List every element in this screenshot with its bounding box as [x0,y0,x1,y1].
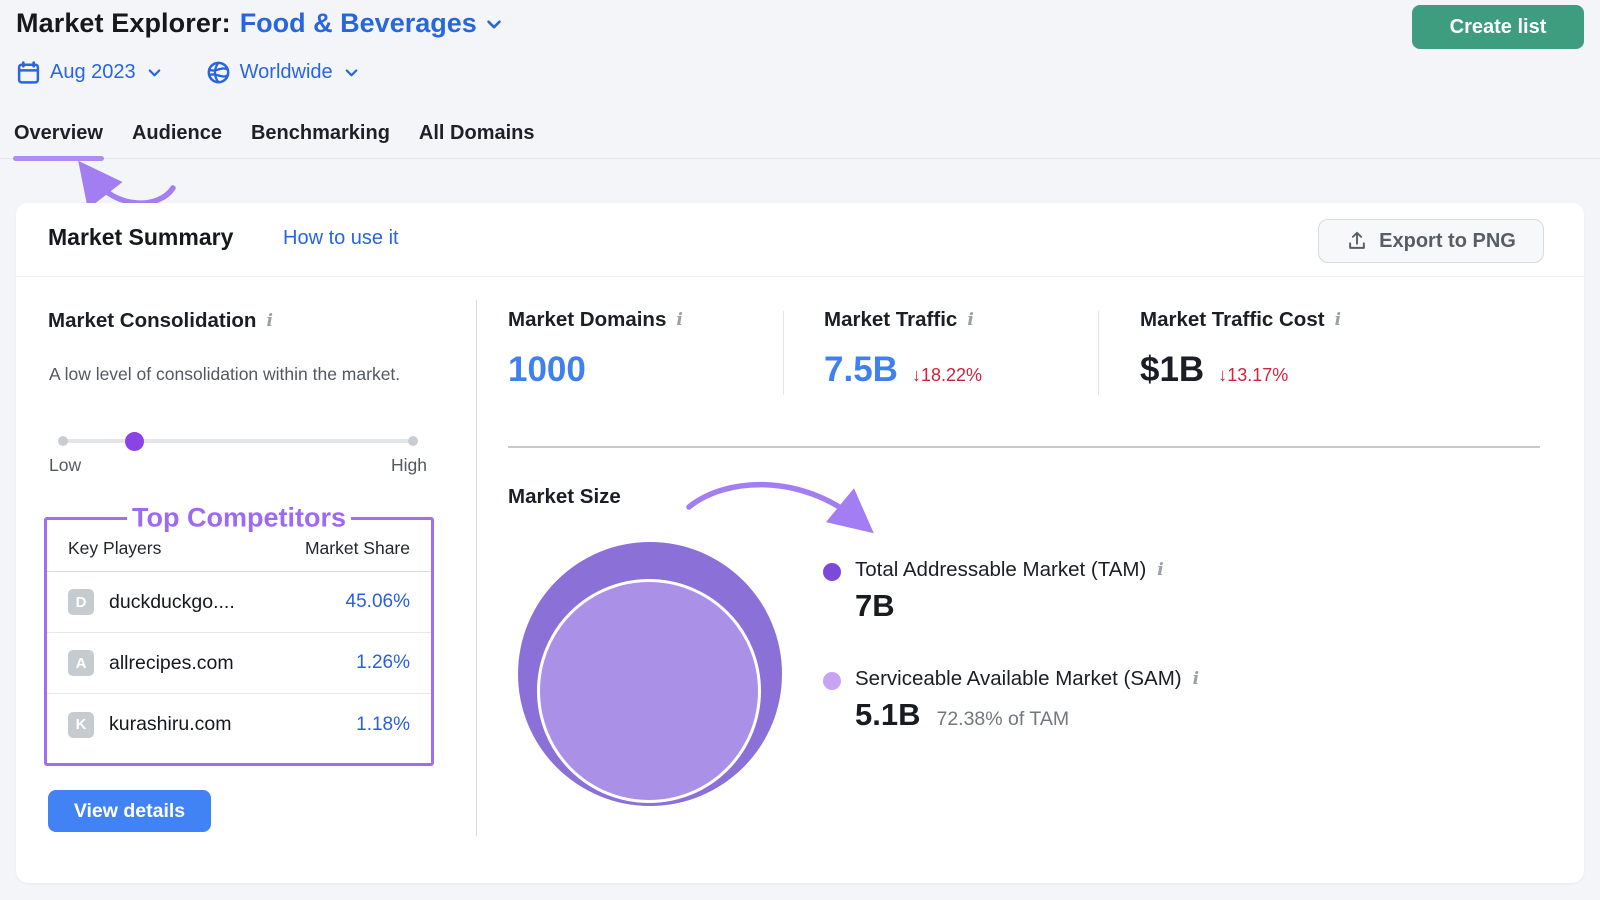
tab-all-domains[interactable]: All Domains [419,118,535,158]
top-competitors-box: Top Competitors Key Players Market Share… [44,517,434,766]
sam-value: 5.1B 72.38% of TAM [855,697,1069,733]
favicon-placeholder: A [68,650,94,676]
market-domains-value: 1000 [508,350,586,390]
table-row[interactable]: D duckduckgo.... 45.06% [47,572,431,633]
consolidation-description: A low level of consolidation within the … [49,361,414,387]
market-traffic-value: 7.5B [824,350,898,390]
info-icon[interactable]: i [266,313,272,330]
table-header: Key Players Market Share [47,532,431,572]
domain-name: allrecipes.com [109,652,234,675]
metric-divider [783,311,784,395]
export-to-png-button[interactable]: Export to PNG [1318,219,1544,263]
filters-row: Aug 2023 Worldwide [16,60,361,85]
info-icon[interactable]: i [1157,562,1163,579]
metric-market-traffic: Market Traffic i 7.5B ↓18.22% [824,308,982,390]
info-icon[interactable]: i [1335,312,1341,329]
how-to-use-link[interactable]: How to use it [283,227,399,250]
market-share-value: 1.26% [356,652,410,674]
market-consolidation-title-text: Market Consolidation [48,309,256,333]
market-traffic-cost-change: ↓13.17% [1218,365,1288,386]
page-title: Market Explorer: [16,8,231,39]
market-traffic-cost-title-text: Market Traffic Cost [1140,308,1325,332]
market-domains-title-text: Market Domains [508,308,666,332]
tam-legend-label-text: Total Addressable Market (TAM) [855,558,1146,582]
slider-thumb[interactable] [125,432,144,451]
col-key-players: Key Players [68,538,161,559]
info-icon[interactable]: i [967,312,973,329]
create-list-button[interactable]: Create list [1412,5,1584,49]
annotation-arrow-market-size [671,465,886,545]
chevron-down-icon [483,13,505,35]
market-domains-title: Market Domains i [508,308,683,332]
date-selector[interactable]: Aug 2023 [16,60,164,85]
market-traffic-title-text: Market Traffic [824,308,957,332]
sam-value-number: 5.1B [855,697,920,733]
market-selector[interactable]: Food & Beverages [240,8,505,39]
metric-market-traffic-cost: Market Traffic Cost i $1B ↓13.17% [1140,308,1341,390]
domain-name: duckduckgo.... [109,591,235,614]
tab-audience[interactable]: Audience [132,118,222,158]
metric-divider [1098,311,1099,395]
slider-label-low: Low [49,455,81,476]
sam-legend-dot [823,672,841,690]
key-players-table: Key Players Market Share D duckduckgo...… [47,532,431,755]
market-traffic-cost-title: Market Traffic Cost i [1140,308,1341,332]
slider-end-high [408,436,418,446]
globe-icon [206,60,231,85]
info-icon[interactable]: i [676,312,682,329]
sam-legend-label-text: Serviceable Available Market (SAM) [855,667,1182,691]
market-traffic-cost-value: $1B [1140,350,1204,390]
column-divider [476,300,477,836]
tab-overview[interactable]: Overview [14,118,103,158]
chevron-down-icon [145,63,164,82]
tab-bar: Overview Audience Benchmarking All Domai… [0,118,1600,159]
market-summary-card: Market Summary How to use it Export to P… [16,203,1584,883]
card-header: Market Summary How to use it Export to P… [16,203,1584,277]
market-traffic-change: ↓18.22% [912,365,982,386]
market-consolidation-title: Market Consolidation i [48,309,273,333]
card-title: Market Summary [48,224,233,251]
tab-benchmarking[interactable]: Benchmarking [251,118,390,158]
market-share-value: 45.06% [346,591,410,613]
consolidation-slider [58,431,418,451]
market-size-title: Market Size [508,485,621,509]
sam-legend-label: Serviceable Available Market (SAM) i [855,667,1199,691]
market-share-value: 1.18% [356,714,410,736]
table-row[interactable]: A allrecipes.com 1.26% [47,633,431,694]
view-details-button[interactable]: View details [48,790,211,832]
table-row[interactable]: K kurashiru.com 1.18% [47,694,431,755]
slider-labels: Low High [49,455,427,476]
market-traffic-title: Market Traffic i [824,308,974,332]
market-selector-value: Food & Beverages [240,8,477,39]
metric-market-domains: Market Domains i 1000 [508,308,683,390]
calendar-icon [16,60,41,85]
region-selector-value: Worldwide [240,61,333,84]
chevron-down-icon [342,63,361,82]
page-header: Market Explorer: Food & Beverages [16,8,505,39]
date-selector-value: Aug 2023 [50,61,136,84]
favicon-placeholder: K [68,712,94,738]
market-explorer-page: Market Explorer: Food & Beverages Create… [0,0,1600,900]
tam-legend-label: Total Addressable Market (TAM) i [855,558,1164,582]
tam-legend-dot [823,563,841,581]
section-divider [508,446,1540,448]
upload-icon [1346,230,1368,252]
slider-label-high: High [391,455,427,476]
sam-pct-of-tam: 72.38% of TAM [936,708,1069,731]
slider-end-low [58,436,68,446]
domain-name: kurashiru.com [109,713,231,736]
sam-circle[interactable] [537,579,761,803]
info-icon[interactable]: i [1193,671,1199,688]
tam-value: 7B [855,588,895,624]
col-market-share: Market Share [305,538,410,559]
top-competitors-annotation: Top Competitors [127,503,351,534]
slider-track [58,439,418,443]
export-to-png-label: Export to PNG [1379,230,1516,253]
region-selector[interactable]: Worldwide [206,60,361,85]
favicon-placeholder: D [68,589,94,615]
